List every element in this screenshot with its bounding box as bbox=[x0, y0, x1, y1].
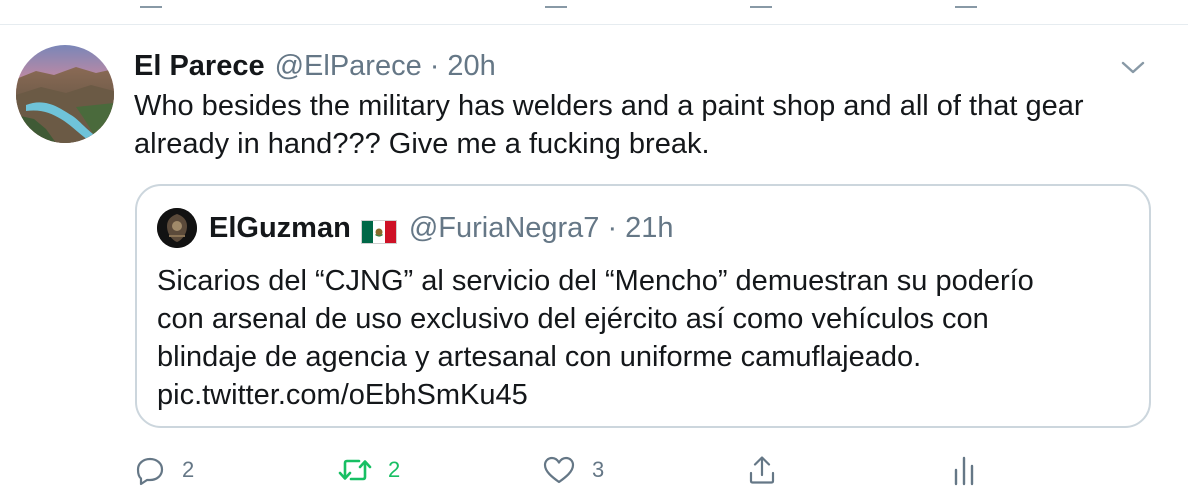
analytics-button[interactable] bbox=[950, 448, 978, 492]
like-icon bbox=[543, 456, 575, 484]
quoted-text-line: con arsenal de uso exclusivo del ejércit… bbox=[157, 303, 989, 335]
quoted-author-handle[interactable]: @FuriaNegra7 bbox=[409, 209, 600, 247]
quoted-tweet-text: Sicarios del “CJNG” al servicio del “Men… bbox=[157, 262, 1117, 414]
quoted-tweet-header: ElGuzman @FuriaNegra7 · 21h bbox=[209, 209, 674, 247]
quoted-avatar[interactable] bbox=[157, 208, 197, 248]
separator-dot: · bbox=[429, 50, 440, 82]
analytics-icon bbox=[954, 456, 974, 486]
share-button[interactable] bbox=[746, 448, 778, 492]
reply-button[interactable]: 2 bbox=[134, 448, 194, 492]
avatar-landscape-image bbox=[16, 45, 114, 143]
quoted-tweet[interactable]: ElGuzman @FuriaNegra7 · 21h Sicarios del… bbox=[135, 184, 1151, 428]
quoted-text-line: blindaje de agencia y artesanal con unif… bbox=[157, 341, 922, 373]
mexico-flag-icon bbox=[360, 216, 397, 244]
retweet-button[interactable]: 2 bbox=[338, 448, 400, 492]
reply-icon-partial[interactable] bbox=[140, 0, 162, 8]
quoted-avatar-emblem-image bbox=[157, 208, 197, 248]
quoted-tweet-timestamp[interactable]: 21h bbox=[625, 209, 673, 247]
tweet-text: Who besides the military has welders and… bbox=[134, 90, 1084, 160]
quoted-author-name[interactable]: ElGuzman bbox=[209, 209, 351, 247]
share-icon bbox=[749, 456, 775, 484]
reply-count: 2 bbox=[182, 457, 195, 482]
reply-icon bbox=[136, 457, 164, 486]
chevron-down-icon[interactable] bbox=[1118, 56, 1148, 80]
tweet-timestamp[interactable]: 20h bbox=[447, 48, 495, 84]
retweet-count: 2 bbox=[388, 457, 401, 482]
author-name[interactable]: El Parece bbox=[134, 48, 265, 84]
tweet-action-bar: 2 2 3 bbox=[134, 448, 1154, 492]
like-button[interactable]: 3 bbox=[542, 448, 604, 492]
like-icon-partial[interactable] bbox=[545, 0, 567, 8]
retweet-icon bbox=[338, 459, 372, 481]
previous-tweet-action-bar bbox=[0, 0, 1188, 25]
quoted-separator-dot: · bbox=[607, 212, 618, 244]
quoted-link[interactable]: pic.twitter.com/oEbhSmKu45 bbox=[157, 376, 1117, 414]
tweet[interactable]: El Parece @ElParece · 20h Who besides th… bbox=[0, 25, 1188, 496]
author-handle[interactable]: @ElParece bbox=[275, 48, 422, 84]
quoted-text-line: Sicarios del “CJNG” al servicio del “Men… bbox=[157, 265, 1034, 297]
analytics-icon-partial[interactable] bbox=[955, 0, 977, 8]
like-count: 3 bbox=[592, 457, 605, 482]
tweet-header: El Parece @ElParece · 20h bbox=[134, 48, 496, 84]
share-icon-partial[interactable] bbox=[750, 0, 772, 8]
avatar[interactable] bbox=[16, 45, 114, 143]
